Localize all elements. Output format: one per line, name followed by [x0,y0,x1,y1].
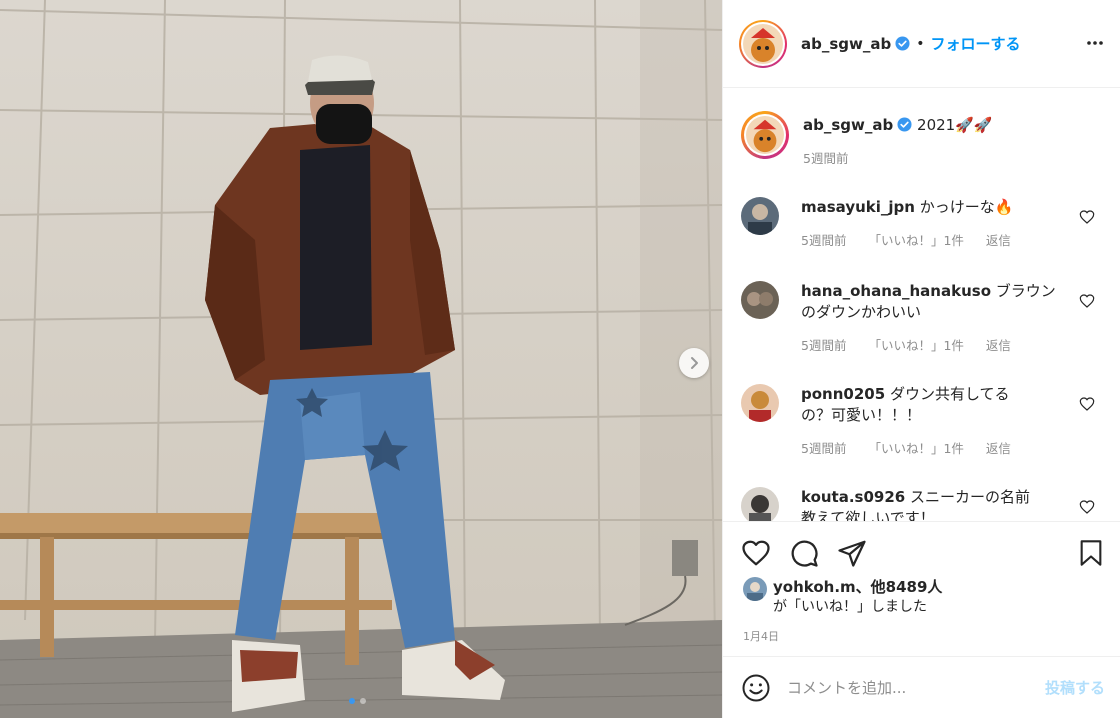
likes-count[interactable]: yohkoh.m、他8489人 [773,577,942,597]
comment-username[interactable]: ponn0205 [801,385,885,403]
comment-text-cont: の？可愛い！！！ [801,406,922,424]
comment-likes[interactable]: 「いいね！」1件 [868,441,963,456]
more-icon[interactable] [1086,34,1104,52]
heart-icon[interactable] [741,538,771,568]
comment-text: スニーカーの名前 [910,488,1031,506]
comment-like-icon[interactable] [1079,293,1095,309]
carousel-indicator [349,698,366,704]
comment-time[interactable]: 5週間前 [801,338,846,353]
share-icon[interactable] [837,538,867,568]
post-photo[interactable] [0,0,722,718]
comment-icon[interactable] [789,538,819,568]
comment-text: ダウン共有してる [889,385,1010,403]
comment-item: ponn0205 ダウン共有してる の？可愛い！！！ 5週間前 「いいね！」1件… [741,384,1103,459]
avatar-image [743,23,783,64]
post-image [0,0,722,718]
verified-icon [895,36,910,51]
author-username[interactable]: ab_sgw_ab [801,35,891,53]
comment-bar: 投稿する [723,656,1120,718]
commenter-avatar[interactable] [741,487,779,521]
likes-summary: yohkoh.m、他8489人 が「いいね！」しました [743,577,942,617]
reply-button[interactable]: 返信 [986,441,1011,456]
comment-time[interactable]: 5週間前 [801,441,846,456]
comment-text: かっけーな🔥 [919,198,1014,216]
emoji-icon[interactable] [741,673,771,703]
chevron-right-icon [691,357,698,369]
comment-username[interactable]: masayuki_jpn [801,198,915,216]
reply-button[interactable]: 返信 [986,338,1011,353]
post-actions: yohkoh.m、他8489人 が「いいね！」しました 1月4日 [723,521,1120,656]
comment-like-icon[interactable] [1079,499,1095,515]
comment-username[interactable]: kouta.s0926 [801,488,905,506]
post-comment-button[interactable]: 投稿する [1045,677,1105,698]
comment-input[interactable] [787,678,1017,697]
comment-item: hana_ohana_hanakuso ブラウン のダウンかわいい 5週間前 「… [741,281,1103,356]
comment-username[interactable]: hana_ohana_hanakuso [801,282,991,300]
carousel-dot [360,698,366,704]
comment-like-icon[interactable] [1079,209,1095,225]
follow-button[interactable]: フォローする [931,33,1021,54]
commenter-avatar[interactable] [741,384,779,422]
comment-text-cont: のダウンかわいい [801,303,922,321]
avatar-image [746,116,784,154]
comment-like-icon[interactable] [1079,396,1095,412]
comment-likes[interactable]: 「いいね！」1件 [868,338,963,353]
comment-text: ブラウン [995,282,1056,300]
comment-time[interactable]: 5週間前 [801,233,846,248]
carousel-dot-active [349,698,355,704]
comment-item: masayuki_jpn かっけーな🔥 5週間前 「いいね！」1件 返信 [741,197,1103,251]
next-slide-button[interactable] [679,348,709,378]
comment-likes[interactable]: 「いいね！」1件 [868,233,963,248]
commenter-avatar[interactable] [741,197,779,235]
header-separator: • [916,35,925,52]
caption-time: 5週間前 [803,151,849,166]
caption: ab_sgw_ab 2021🚀🚀 5週間前 [741,111,1103,169]
comment-text-cont: 教えて欲しいです！ [801,509,935,521]
comment-item: kouta.s0926 スニーカーの名前 教えて欲しいです！ [741,487,1103,521]
author-avatar[interactable] [739,19,787,68]
reply-button[interactable]: 返信 [986,233,1011,248]
caption-username[interactable]: ab_sgw_ab [803,116,893,134]
commenter-avatar[interactable] [741,281,779,319]
caption-text: 2021🚀🚀 [917,116,993,134]
likes-label: が「いいね！」しました [773,599,927,615]
caption-author-avatar[interactable] [741,111,789,159]
post-sidebar: ab_sgw_ab • フォローする ab_sgw_ab 2021🚀🚀 5週間前… [722,0,1120,718]
liker-avatar[interactable] [743,577,767,601]
post-header: ab_sgw_ab • フォローする [723,0,1120,88]
bookmark-icon[interactable] [1077,538,1105,568]
verified-icon [897,117,912,132]
post-date[interactable]: 1月4日 [743,628,779,644]
comments-list[interactable]: ab_sgw_ab 2021🚀🚀 5週間前 masayuki_jpn かっけーな… [723,89,1120,521]
